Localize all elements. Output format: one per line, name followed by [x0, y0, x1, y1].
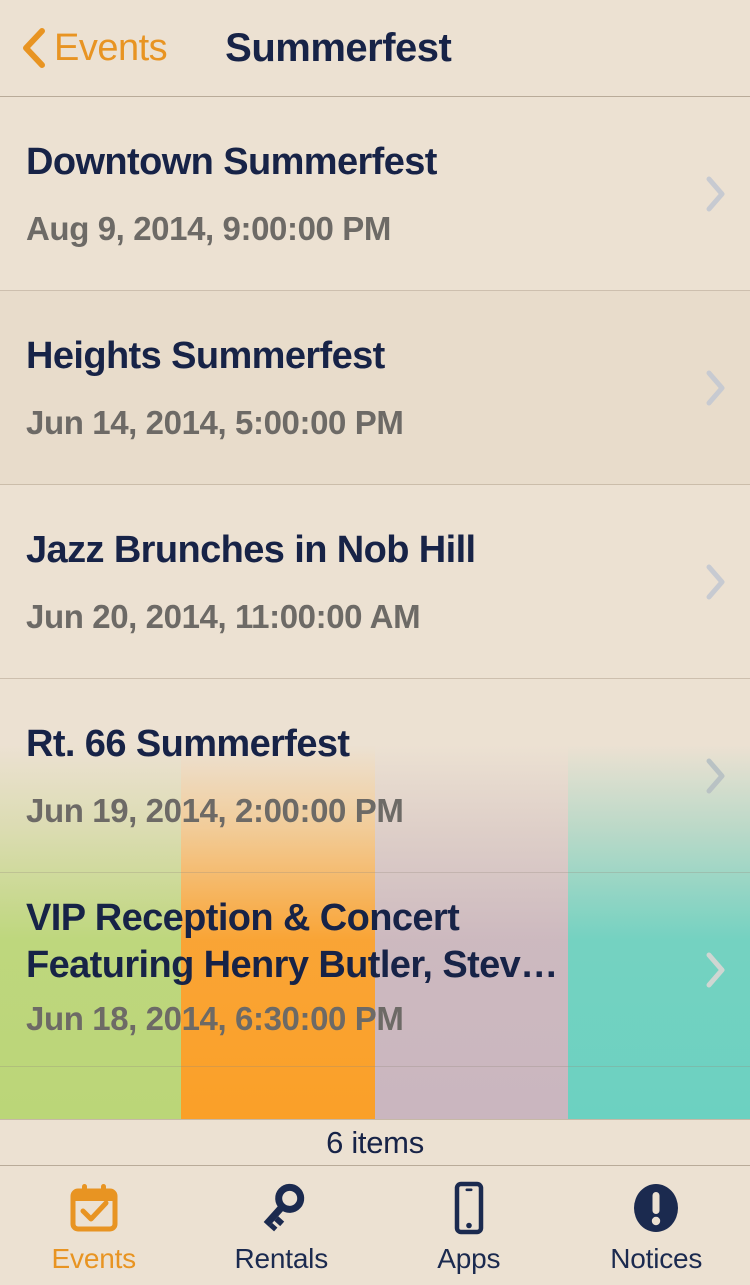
chevron-right-icon[interactable] — [704, 561, 728, 603]
chevron-left-icon — [23, 28, 45, 68]
tab-apps-label: Apps — [437, 1243, 501, 1274]
row-title: VIP Reception & Concert Featuring Henry … — [26, 897, 558, 986]
row-date: Jun 14, 2014, 5:00:00 PM — [26, 403, 404, 441]
item-count-label: 6 items — [326, 1124, 424, 1160]
key-icon — [253, 1179, 309, 1237]
event-list[interactable]: Downtown Summerfest Aug 9, 2014, 9:00:00… — [0, 97, 750, 1119]
table-row[interactable]: Jazz Brunches in Nob Hill Jun 20, 2014, … — [0, 485, 750, 679]
back-button[interactable]: Events — [20, 27, 168, 69]
page-title: Summerfest — [225, 25, 452, 70]
row-date: Aug 9, 2014, 9:00:00 PM — [26, 209, 391, 247]
navigation-bar: Events Summerfest — [0, 0, 750, 97]
row-title: Rt. 66 Summerfest — [26, 723, 350, 766]
row-title: Heights Summerfest — [26, 335, 385, 378]
row-date: Jun 19, 2014, 2:00:00 PM — [26, 791, 404, 829]
back-button-label: Events — [54, 27, 168, 69]
app-screen: Events Summerfest Downtown Summerfest Au… — [0, 0, 750, 1285]
tab-notices[interactable]: Notices — [563, 1166, 750, 1284]
table-row[interactable]: Downtown Summerfest Aug 9, 2014, 9:00:00… — [0, 97, 750, 291]
table-row[interactable]: VIP Reception & Concert Featuring Henry … — [0, 873, 750, 1067]
tab-rentals[interactable]: Rentals — [188, 1166, 376, 1284]
table-row[interactable]: Heights Summerfest Jun 14, 2014, 5:00:00… — [0, 291, 750, 485]
tab-bar: Events Rentals Apps Notices — [0, 1166, 750, 1284]
calendar-check-icon — [66, 1179, 122, 1237]
chevron-right-icon[interactable] — [704, 367, 728, 409]
chevron-right-icon[interactable] — [704, 173, 728, 215]
chevron-right-icon[interactable] — [704, 755, 728, 797]
tab-events-label: Events — [51, 1243, 137, 1274]
table-row[interactable]: Rt. 66 Summerfest Jun 19, 2014, 2:00:00 … — [0, 679, 750, 873]
tab-notices-label: Notices — [610, 1243, 703, 1274]
row-date: Jun 18, 2014, 6:30:00 PM — [26, 999, 404, 1037]
tab-apps[interactable]: Apps — [375, 1166, 563, 1284]
exclamation-circle-icon — [628, 1179, 684, 1237]
tab-rentals-label: Rentals — [234, 1243, 329, 1274]
row-title: Jazz Brunches in Nob Hill — [26, 529, 476, 572]
tab-events[interactable]: Events — [0, 1166, 188, 1284]
row-title: Downtown Summerfest — [26, 141, 437, 184]
chevron-right-icon[interactable] — [704, 949, 728, 991]
row-date: Jun 20, 2014, 11:00:00 AM — [26, 597, 421, 635]
smartphone-icon — [441, 1179, 497, 1237]
item-count-footer: 6 items — [0, 1119, 750, 1166]
